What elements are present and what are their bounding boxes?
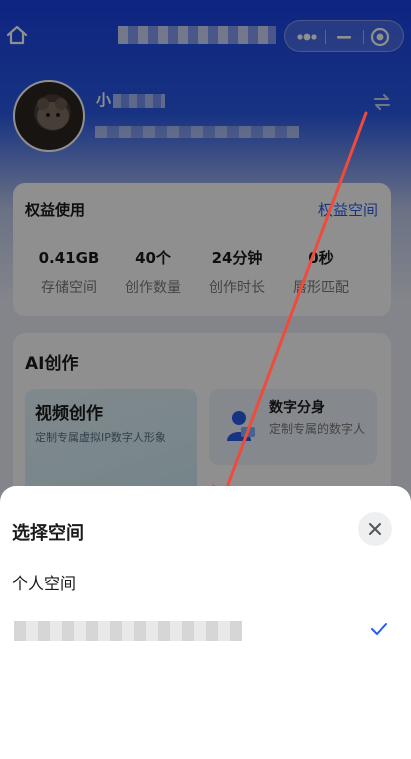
- space-selector-sheet: 选择空间 个人空间: [0, 486, 411, 759]
- option-personal-space[interactable]: 个人空间: [12, 570, 76, 594]
- check-icon: [370, 620, 388, 638]
- close-icon[interactable]: [358, 512, 392, 546]
- option-team-space[interactable]: [12, 619, 250, 641]
- redacted-text: [14, 620, 242, 641]
- sheet-title: 选择空间: [12, 523, 84, 544]
